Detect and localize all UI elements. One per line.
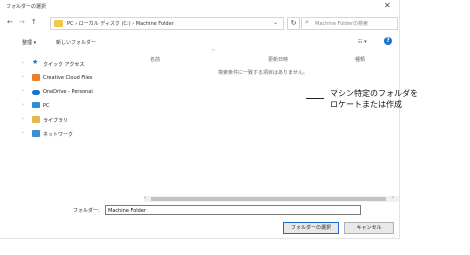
sidebar-item-label: PC xyxy=(43,103,50,109)
column-header-modified[interactable]: 更新日時 xyxy=(268,56,288,63)
pc-icon xyxy=(32,102,40,108)
onedrive-icon xyxy=(32,90,40,95)
sidebar-item-label: クイック アクセス xyxy=(43,62,85,68)
new-folder-button[interactable]: 新しいフォルダー xyxy=(56,39,96,46)
forward-arrow-icon[interactable]: → xyxy=(19,18,25,26)
sidebar-item-label: ネットワーク xyxy=(43,132,74,138)
library-icon xyxy=(32,116,40,123)
address-bar[interactable]: PC › ローカル ディスク (C:) › Machine Folder ⌄ xyxy=(50,17,284,30)
resize-grip-icon[interactable]: ⋰ xyxy=(392,233,397,239)
annotation-callout: マシン特定のフォルダを ロケートまたは作成 xyxy=(330,88,418,110)
organize-button[interactable]: 整理 ▾ xyxy=(22,39,36,46)
annotation-line-1: マシン特定のフォルダを xyxy=(330,89,418,98)
close-icon[interactable]: ✕ xyxy=(384,1,391,10)
chevron-right-icon: › xyxy=(22,116,24,122)
search-icon: ⌕ xyxy=(305,18,309,26)
creative-cloud-icon xyxy=(32,74,40,81)
sidebar-item-network[interactable]: › ネットワーク xyxy=(22,129,132,139)
annotation-line-2: ロケートまたは作成 xyxy=(330,100,402,109)
column-header-name[interactable]: 名前 xyxy=(150,56,160,63)
folder-icon xyxy=(54,20,63,27)
cancel-button[interactable]: キャンセル xyxy=(344,222,394,234)
search-input[interactable]: Machine Folderの検索 xyxy=(315,20,368,27)
chevron-right-icon: › xyxy=(22,88,24,94)
scroll-right-icon[interactable]: › xyxy=(392,195,394,201)
search-box[interactable]: ⌕ Machine Folderの検索 xyxy=(301,17,398,30)
column-header-type[interactable]: 種類 xyxy=(355,56,365,63)
up-arrow-icon[interactable]: ↑ xyxy=(31,18,37,26)
horizontal-scrollbar[interactable]: ‹ › xyxy=(144,195,399,202)
chevron-right-icon: › xyxy=(22,102,24,108)
annotation-leader-line xyxy=(306,98,324,99)
empty-message: 検索条件に一致する項目はありません。 xyxy=(218,70,308,76)
sidebar-item-label: OneDrive - Personal xyxy=(43,89,93,95)
folder-select-dialog: フォルダーの選択 ✕ ← → ↑ PC › ローカル ディスク (C:) › M… xyxy=(0,0,400,239)
folder-label: フォルダー: xyxy=(73,208,100,214)
refresh-button[interactable]: ↻ xyxy=(287,17,300,30)
star-icon: ★ xyxy=(32,58,39,66)
window-title: フォルダーの選択 xyxy=(6,4,47,10)
view-options-button[interactable]: ☷ ▾ xyxy=(358,39,367,45)
sidebar-item-label: Creative Cloud Files xyxy=(43,75,93,81)
folder-name-input[interactable]: Machine Folder xyxy=(105,205,361,215)
sidebar-item-label: ライブラリ xyxy=(43,118,69,124)
back-arrow-icon[interactable]: ← xyxy=(7,18,13,26)
sidebar-item-creative-cloud[interactable]: › Creative Cloud Files xyxy=(22,73,132,83)
sidebar-item-onedrive[interactable]: › OneDrive - Personal xyxy=(22,87,132,97)
breadcrumb[interactable]: PC › ローカル ディスク (C:) › Machine Folder xyxy=(67,20,174,27)
sort-arrow-icon: ^ xyxy=(211,49,216,55)
sidebar-item-pc[interactable]: › PC xyxy=(22,101,132,111)
network-icon xyxy=(32,130,40,137)
chevron-right-icon: › xyxy=(22,60,24,66)
select-folder-button[interactable]: フォルダーの選択 xyxy=(283,222,339,234)
sidebar-item-library[interactable]: › ライブラリ xyxy=(22,115,132,125)
chevron-right-icon: › xyxy=(22,74,24,80)
scrollbar-thumb[interactable] xyxy=(151,197,386,201)
chevron-down-icon[interactable]: ⌄ xyxy=(273,19,278,26)
chevron-right-icon: › xyxy=(22,130,24,136)
help-icon[interactable]: ? xyxy=(384,37,392,45)
sidebar-item-quick-access[interactable]: › ★ クイック アクセス xyxy=(22,58,132,69)
scroll-left-icon[interactable]: ‹ xyxy=(144,195,146,201)
